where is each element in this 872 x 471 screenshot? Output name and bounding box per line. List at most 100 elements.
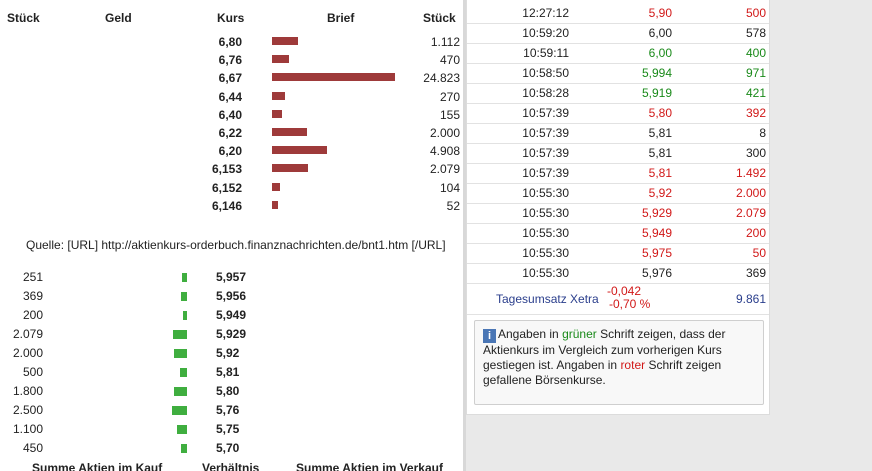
footer-sum-sell: Summe Aktien im Verkauf (296, 461, 443, 471)
bid-row: 450 5,70 (0, 439, 463, 458)
info-text-1: Angaben in (498, 327, 563, 341)
trade-price: 5,81 (648, 166, 672, 180)
ask-row: 6,67 24.823 (0, 69, 463, 87)
orderbook-panel: Stück Geld Kurs Brief Stück 6,80 1.112 6,7… (0, 0, 463, 471)
trade-price: 6,00 (648, 26, 672, 40)
ask-quantity: 270 (439, 89, 460, 104)
trade-price: 6,00 (648, 46, 672, 60)
bid-row: 2.079 5,929 (0, 325, 463, 344)
bid-volume-bar (173, 330, 187, 339)
trade-row: 10:58:50 5,994 971 (467, 63, 769, 84)
trade-time: 10:57:39 (522, 146, 569, 160)
ask-volume-bar (272, 37, 298, 45)
bid-quantity: 450 (22, 441, 43, 455)
ask-quantity: 24.823 (423, 71, 460, 86)
ask-quantity: 2.079 (429, 162, 460, 177)
bid-price: 5,956 (216, 289, 247, 303)
bid-quantity: 2.500 (12, 403, 43, 417)
ask-row: 6,153 2.079 (0, 160, 463, 178)
trade-time: 10:57:39 (522, 106, 569, 120)
bid-row: 1.800 5,80 (0, 382, 463, 401)
footer-sum-buy: Summe Aktien im Kauf (32, 461, 163, 471)
trade-row: 10:55:30 5,929 2.079 (467, 203, 769, 224)
bid-quantity: 200 (22, 308, 43, 322)
trade-price: 5,976 (641, 266, 672, 280)
trade-quantity: 500 (745, 6, 766, 20)
bid-row: 251 5,957 (0, 268, 463, 287)
trade-row: 10:55:30 5,975 50 (467, 243, 769, 264)
trade-quantity: 578 (745, 26, 766, 40)
turnover-row: Tagesumsatz Xetra -0,042 -0,70 % 9.861 (467, 284, 769, 315)
trade-price: 5,90 (648, 6, 672, 20)
header-price: Kurs (217, 11, 245, 25)
trade-quantity: 50 (752, 246, 766, 260)
trade-price: 5,949 (641, 226, 672, 240)
bid-row: 1.100 5,75 (0, 420, 463, 439)
bid-price: 5,81 (216, 365, 240, 379)
ask-row: 6,22 2.000 (0, 124, 463, 142)
trade-time: 10:55:30 (522, 246, 569, 260)
trade-row: 10:55:30 5,976 369 (467, 263, 769, 284)
bid-price: 5,76 (216, 403, 240, 417)
trade-quantity: 392 (745, 106, 766, 120)
bid-quantity: 1.800 (12, 384, 43, 398)
ask-price: 6,76 (218, 53, 242, 68)
ask-volume-bar (272, 164, 308, 173)
info-red-word: roter (620, 358, 646, 372)
trade-quantity: 300 (745, 146, 766, 160)
trade-time: 12:27:12 (522, 6, 569, 20)
bid-row: 2.000 5,92 (0, 344, 463, 363)
trade-time: 10:59:20 (522, 26, 569, 40)
turnover-change-pct: -0,70 % (609, 297, 651, 311)
header-qty-bid: Stück (7, 11, 40, 25)
trade-time: 10:57:39 (522, 126, 569, 140)
bid-volume-bar (181, 292, 187, 301)
header-qty-ask: Stück (423, 11, 456, 25)
bid-quantity: 2.079 (12, 327, 43, 341)
ask-price: 6,20 (218, 144, 242, 159)
ask-price: 6,44 (218, 89, 242, 104)
trade-row: 10:55:30 5,92 2.000 (467, 183, 769, 204)
ask-price: 6,80 (218, 35, 242, 49)
bid-quantity: 251 (22, 270, 43, 284)
trade-row: 10:57:39 5,81 300 (467, 143, 769, 164)
trade-row: 10:57:39 5,81 1.492 (467, 163, 769, 184)
ask-volume-bar (272, 109, 282, 118)
ask-volume-bar (272, 200, 278, 209)
trade-price: 5,80 (648, 106, 672, 120)
trades-panel: 12:27:12 5,90 500 10:59:20 6,00 578 10:59:11 6,… (466, 0, 770, 415)
bid-row: 2.500 5,76 (0, 401, 463, 420)
trade-quantity: 200 (745, 226, 766, 240)
trade-time: 10:55:30 (522, 186, 569, 200)
bid-price: 5,929 (216, 327, 247, 341)
ask-quantity: 52 (446, 198, 460, 213)
ask-row: 6,152 104 (0, 179, 463, 197)
trade-price: 5,994 (641, 66, 672, 80)
bid-volume-bar (180, 368, 187, 377)
trade-time: 10:58:50 (522, 66, 569, 80)
info-icon: i (483, 329, 496, 343)
turnover-label: Tagesumsatz Xetra (496, 292, 599, 306)
ask-volume-bar (272, 55, 289, 64)
trade-price: 5,92 (648, 186, 672, 200)
ask-price: 6,40 (218, 107, 242, 122)
trade-row: 10:55:30 5,949 200 (467, 223, 769, 244)
bid-volume-bar (177, 425, 187, 434)
ask-row: 6,44 270 (0, 88, 463, 106)
ask-row: 6,76 470 (0, 51, 463, 69)
trade-quantity: 971 (745, 66, 766, 80)
ask-quantity: 1.112 (430, 35, 460, 49)
bid-price: 5,92 (216, 346, 240, 360)
bid-price: 5,70 (216, 441, 240, 455)
bid-price: 5,957 (216, 270, 247, 284)
trade-price: 5,81 (648, 126, 672, 140)
trade-price: 5,975 (641, 246, 672, 260)
trade-time: 10:59:11 (523, 46, 569, 60)
turnover-change: -0,042 -0,70 % (607, 285, 650, 311)
source-link[interactable]: Quelle: [URL] http://aktienkurs-orderbuc… (26, 238, 446, 252)
ask-quantity: 155 (439, 107, 460, 122)
header-ask: Brief (327, 11, 355, 25)
ask-price: 6,152 (211, 180, 242, 195)
trade-quantity: 369 (745, 266, 766, 280)
ask-price: 6,153 (211, 162, 242, 177)
